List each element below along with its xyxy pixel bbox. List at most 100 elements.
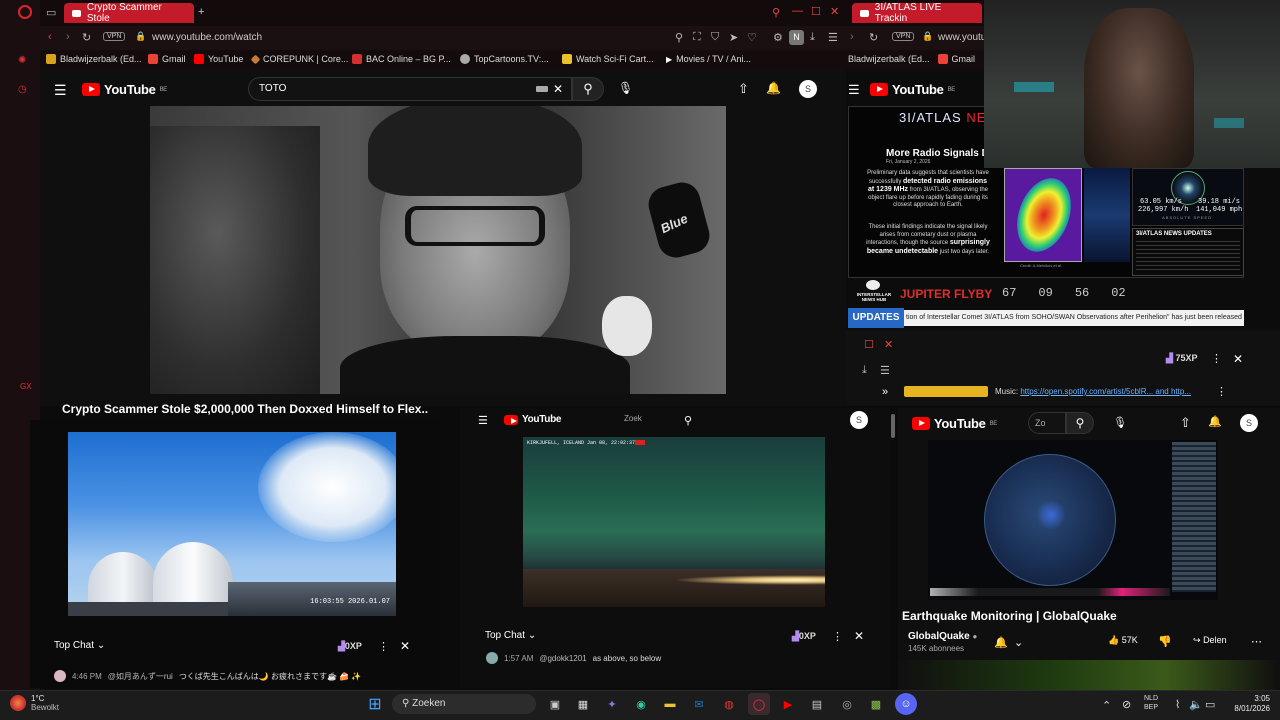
- search-button[interactable]: ⚲: [572, 77, 604, 101]
- search-tabs-icon[interactable]: ⚲: [772, 6, 780, 19]
- channel-name[interactable]: GlobalQuake ●: [908, 631, 977, 642]
- menu-icon[interactable]: ☰: [828, 31, 838, 44]
- vpn-badge-2[interactable]: VPN: [892, 32, 915, 41]
- bell-icon[interactable]: 🔔: [994, 636, 1008, 649]
- music-link[interactable]: https://open.spotify.com/artist/5cblR...…: [1020, 387, 1191, 396]
- store-icon[interactable]: ▦: [572, 693, 594, 715]
- close-window-icon[interactable]: ✕: [830, 5, 839, 18]
- url-field[interactable]: www.youtube.com/watch: [152, 32, 262, 43]
- quake-video[interactable]: [928, 440, 1218, 600]
- bookmark-item[interactable]: Gmail: [937, 54, 975, 64]
- hamburger-icon-2[interactable]: ☰: [848, 82, 860, 98]
- telescope-video[interactable]: 16:03:55 2026.01.07: [68, 432, 396, 616]
- start-icon[interactable]: ⊞: [364, 693, 386, 715]
- chevron-up-icon[interactable]: ⌃: [1102, 699, 1111, 712]
- opera-logo-icon[interactable]: [18, 5, 32, 19]
- search-button-quake[interactable]: ⚲: [1066, 412, 1094, 434]
- notifications-icon-quake[interactable]: 🔔: [1208, 415, 1222, 428]
- outlook-icon[interactable]: ✉: [688, 693, 710, 715]
- search-input-center[interactable]: Zoek: [624, 414, 642, 423]
- search-input[interactable]: TOTO: [248, 77, 572, 101]
- bookmark-item[interactable]: COREPUNK | Core...: [250, 54, 352, 64]
- download-icon[interactable]: ⤓: [810, 31, 815, 44]
- chrome-icon[interactable]: ◍: [718, 693, 740, 715]
- youtube-app-icon[interactable]: ▶: [777, 693, 799, 715]
- create-icon[interactable]: ⇧: [738, 81, 749, 97]
- close-chat-left[interactable]: ✕: [400, 639, 410, 653]
- quake-title[interactable]: Earthquake Monitoring | GlobalQuake: [902, 609, 1117, 623]
- thumbs-down-icon[interactable]: 👎: [1158, 635, 1172, 648]
- more-icon-center[interactable]: ⋮: [832, 630, 843, 643]
- bookmark-item[interactable]: BAC Online – BG P...: [352, 54, 460, 64]
- bookmark-item[interactable]: Gmail: [148, 54, 194, 64]
- youtube-logo-2[interactable]: YouTube BE: [870, 82, 955, 97]
- bookmark-item[interactable]: Bladwijzerbalk (Ed...: [848, 54, 930, 64]
- bookmark-item[interactable]: ▶ Movies / TV / Ani...: [666, 54, 766, 64]
- expand-icon[interactable]: »: [882, 386, 888, 398]
- wifi-icon[interactable]: ⌇: [1175, 698, 1180, 711]
- pin-icon[interactable]: ⚲: [675, 31, 683, 44]
- shield-icon[interactable]: ⛉: [711, 31, 719, 44]
- lock-icon-2[interactable]: 🔒: [922, 31, 933, 42]
- tab-crypto-scammer[interactable]: Crypto Scammer Stole: [64, 2, 194, 24]
- tab-atlas-live[interactable]: 3I/ATLAS LIVE Trackin: [852, 2, 982, 24]
- extensions-icon[interactable]: ⚙: [773, 31, 783, 44]
- bookmark-item[interactable]: Watch Sci-Fi Cart...: [562, 54, 666, 64]
- hamburger-icon[interactable]: ☰: [54, 82, 67, 99]
- profile-badge[interactable]: N: [789, 30, 804, 45]
- sidebar-gx-icon[interactable]: GX: [20, 382, 32, 391]
- weather-widget[interactable]: 1°C Bewolkt: [10, 694, 59, 712]
- send-icon[interactable]: ➤: [729, 31, 738, 44]
- antivirus-icon[interactable]: ◎: [836, 693, 858, 715]
- mic-icon-quake[interactable]: 🎙: [1113, 416, 1127, 429]
- forward-icon[interactable]: ›: [66, 31, 70, 43]
- avatar-quake[interactable]: S: [1240, 414, 1258, 432]
- opera-gx-icon[interactable]: ◯: [748, 693, 770, 715]
- lock-icon[interactable]: 🔒: [135, 31, 146, 42]
- keyboard-icon[interactable]: [536, 86, 548, 92]
- more-icon-left[interactable]: ⋮: [378, 640, 389, 653]
- notifications-icon[interactable]: 🔔: [766, 81, 781, 95]
- download-icon-2[interactable]: ⤓: [862, 364, 867, 377]
- taskbar-search[interactable]: ⚲ Zoeken: [392, 694, 536, 714]
- taskview-icon[interactable]: ▣: [544, 693, 566, 715]
- mic-icon[interactable]: 🎙: [618, 81, 633, 95]
- clock[interactable]: 3:05 8/01/2026: [1222, 694, 1270, 714]
- battery-icon[interactable]: ▭: [1205, 698, 1215, 711]
- url-field-2[interactable]: www.youtu: [938, 32, 986, 43]
- video-title[interactable]: Crypto Scammer Stole $2,000,000 Then Dox…: [62, 402, 428, 416]
- new-tab-icon[interactable]: +: [198, 6, 204, 18]
- avatar[interactable]: S: [799, 80, 817, 98]
- language-indicator[interactable]: NLD BEP: [1144, 694, 1158, 712]
- discord-icon[interactable]: ☺: [895, 693, 917, 715]
- vpn-badge[interactable]: VPN: [103, 32, 126, 41]
- share-button[interactable]: ↪ Delen: [1193, 635, 1227, 646]
- network-off-icon[interactable]: ⊘: [1122, 698, 1131, 711]
- chevron-down-icon[interactable]: ⌄: [1014, 636, 1023, 649]
- volume-icon[interactable]: 🔈: [1189, 698, 1203, 711]
- close-chat-right[interactable]: ✕: [1233, 352, 1243, 366]
- bookmark-item[interactable]: TopCartoons.TV:...: [460, 54, 562, 64]
- scrollbar-center[interactable]: [891, 414, 895, 438]
- main-video-player[interactable]: Blue: [150, 106, 726, 394]
- back-icon[interactable]: ‹: [48, 31, 52, 43]
- reload-icon[interactable]: ↻: [82, 31, 91, 44]
- snapshot-icon[interactable]: ⛶: [693, 31, 701, 44]
- excel-icon[interactable]: ▩: [865, 693, 887, 715]
- teams-icon[interactable]: ✦: [601, 693, 623, 715]
- avatar-center[interactable]: S: [850, 411, 868, 429]
- explorer-icon[interactable]: ▬: [659, 693, 681, 715]
- forward-icon-2[interactable]: ›: [850, 31, 854, 43]
- more-icon-quake[interactable]: ⋯: [1251, 635, 1262, 648]
- like-button[interactable]: 👍 57K: [1108, 635, 1138, 646]
- tab-panel-icon[interactable]: ▭: [46, 6, 56, 19]
- edge-icon[interactable]: ◉: [630, 693, 652, 715]
- sidebar-history-icon[interactable]: ◷: [18, 84, 27, 95]
- close-icon-small[interactable]: ✕: [884, 338, 893, 351]
- more-icon-music[interactable]: ⋮: [1216, 385, 1227, 398]
- youtube-logo-3[interactable]: YouTube: [504, 414, 562, 425]
- hamburger-icon-3[interactable]: ☰: [478, 414, 488, 427]
- maximize-icon[interactable]: ☐: [811, 5, 821, 18]
- bookmark-item[interactable]: YouTube: [194, 54, 252, 64]
- youtube-logo[interactable]: YouTube BE: [82, 82, 167, 97]
